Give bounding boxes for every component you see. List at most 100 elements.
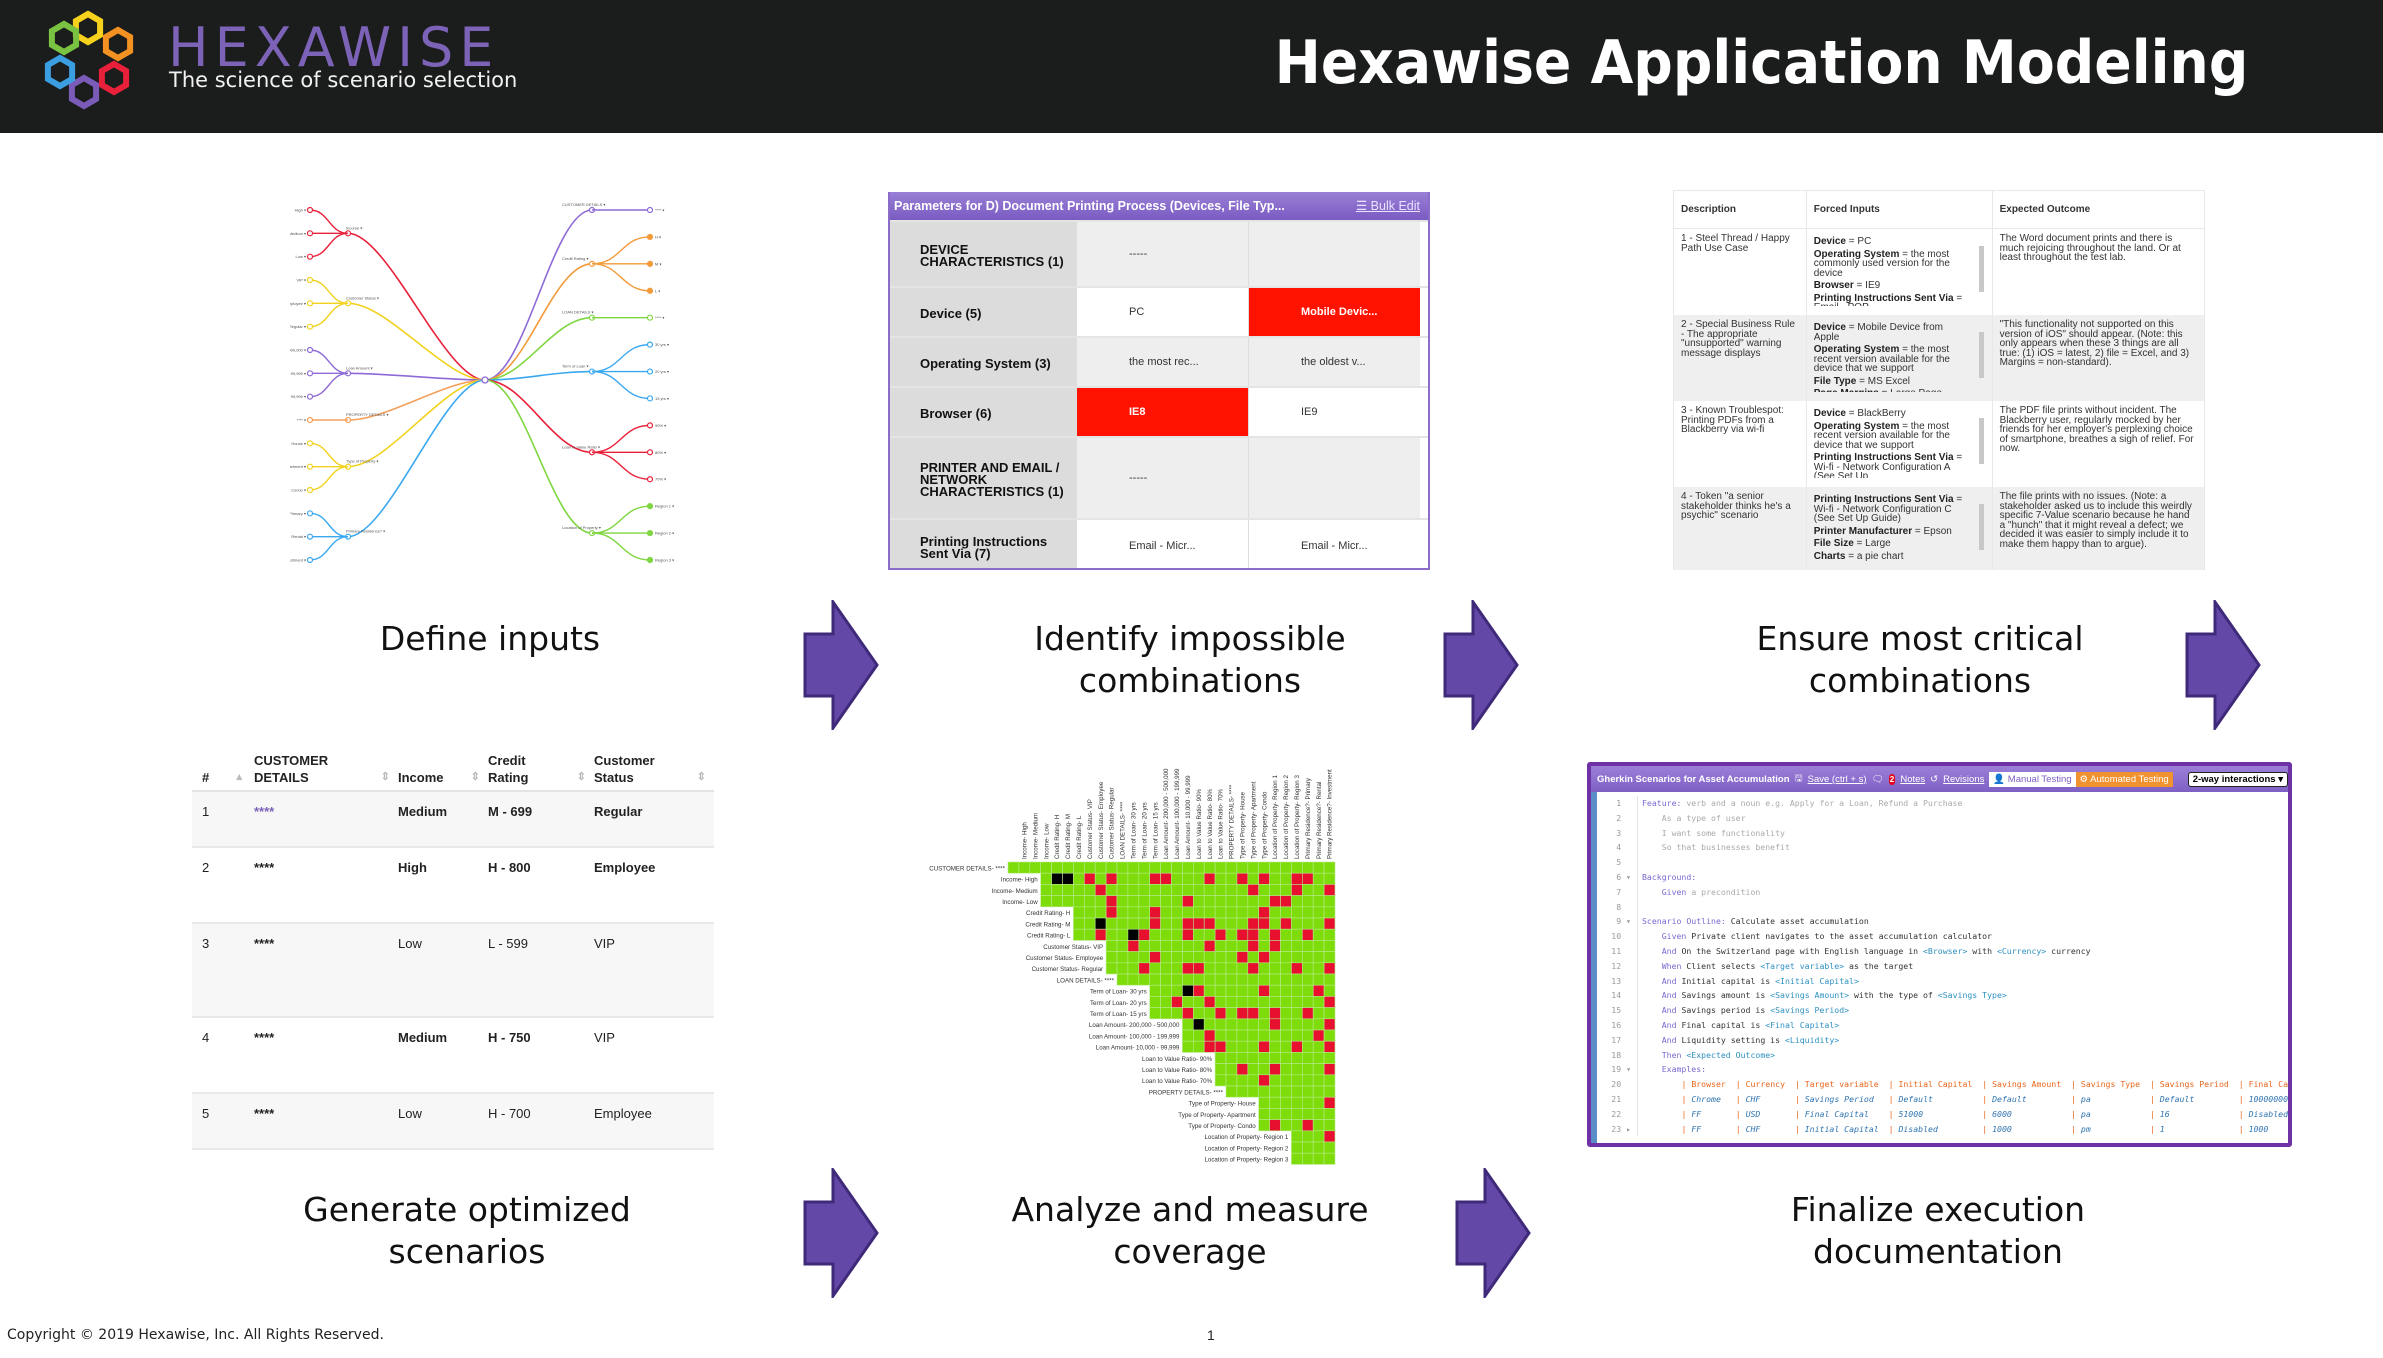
matrix-cell[interactable] bbox=[1225, 884, 1238, 896]
matrix-cell[interactable] bbox=[1138, 940, 1151, 952]
matrix-cell[interactable] bbox=[1236, 962, 1249, 975]
matrix-cell[interactable] bbox=[1291, 962, 1303, 975]
matrix-cell[interactable] bbox=[1149, 872, 1161, 885]
matrix-cell[interactable] bbox=[1073, 861, 1085, 874]
matrix-cell[interactable] bbox=[1291, 996, 1303, 1008]
col-credit-rating[interactable]: Credit Rating ⇕ bbox=[488, 752, 594, 786]
matrix-cell[interactable] bbox=[1301, 940, 1314, 952]
matrix-cell[interactable] bbox=[1116, 895, 1129, 908]
matrix-cell[interactable] bbox=[1214, 984, 1227, 997]
scenario-row[interactable]: 5 **** Low H - 700 Employee bbox=[192, 1094, 714, 1150]
matrix-cell[interactable] bbox=[1280, 1119, 1292, 1132]
matrix-cell[interactable] bbox=[1301, 1007, 1314, 1020]
matrix-cell[interactable] bbox=[1247, 1007, 1259, 1020]
matrix-cell[interactable] bbox=[1127, 951, 1140, 964]
matrix-cell[interactable] bbox=[1105, 917, 1118, 930]
matrix-cell[interactable] bbox=[1160, 973, 1172, 986]
matrix-cell[interactable] bbox=[1040, 872, 1052, 885]
mindmap-leaf-node[interactable] bbox=[306, 323, 314, 330]
matrix-cell[interactable] bbox=[1214, 1018, 1227, 1031]
matrix-cell[interactable] bbox=[1301, 1029, 1314, 1042]
matrix-cell[interactable] bbox=[1127, 962, 1140, 975]
parameter-value-cell[interactable]: IE8 bbox=[1076, 388, 1248, 436]
matrix-cell[interactable] bbox=[1312, 1007, 1325, 1020]
matrix-cell[interactable] bbox=[1236, 1007, 1249, 1020]
matrix-cell[interactable] bbox=[1291, 1130, 1303, 1143]
parameter-value-cell[interactable]: Mobile Devic... bbox=[1248, 288, 1420, 336]
matrix-cell[interactable] bbox=[1182, 928, 1194, 941]
matrix-cell[interactable] bbox=[1258, 1040, 1270, 1053]
matrix-cell[interactable] bbox=[1192, 895, 1205, 908]
matrix-cell[interactable] bbox=[1301, 1152, 1314, 1165]
scenario-row[interactable]: 3 **** Low L - 599 VIP bbox=[192, 924, 714, 1018]
matrix-cell[interactable] bbox=[1301, 861, 1314, 874]
bulk-edit-link[interactable]: ☰ Bulk Edit bbox=[1356, 192, 1420, 220]
matrix-cell[interactable] bbox=[1258, 1096, 1270, 1109]
matrix-cell[interactable] bbox=[1171, 928, 1183, 941]
matrix-cell[interactable] bbox=[1291, 884, 1303, 896]
matrix-cell[interactable] bbox=[1171, 917, 1183, 930]
matrix-cell[interactable] bbox=[1214, 951, 1227, 964]
matrix-cell[interactable] bbox=[1236, 1052, 1249, 1064]
mindmap-leaf-node[interactable] bbox=[646, 556, 654, 564]
matrix-cell[interactable] bbox=[1203, 1040, 1216, 1053]
matrix-cell[interactable] bbox=[1258, 1108, 1270, 1120]
matrix-cell[interactable] bbox=[1149, 917, 1161, 930]
matrix-cell[interactable] bbox=[1160, 906, 1172, 919]
matrix-cell[interactable] bbox=[1225, 1085, 1238, 1098]
matrix-cell[interactable] bbox=[1247, 1040, 1259, 1053]
matrix-cell[interactable] bbox=[1280, 1029, 1292, 1042]
matrix-cell[interactable] bbox=[1236, 884, 1249, 896]
matrix-cell[interactable] bbox=[1214, 872, 1227, 885]
matrix-cell[interactable] bbox=[1258, 996, 1270, 1008]
matrix-cell[interactable] bbox=[1160, 872, 1172, 885]
matrix-cell[interactable] bbox=[1225, 984, 1238, 997]
matrix-cell[interactable] bbox=[1127, 895, 1140, 908]
matrix-cell[interactable] bbox=[1247, 861, 1259, 874]
matrix-cell[interactable] bbox=[1291, 872, 1303, 885]
matrix-cell[interactable] bbox=[1291, 984, 1303, 997]
matrix-cell[interactable] bbox=[1312, 1063, 1325, 1076]
matrix-cell[interactable] bbox=[1269, 906, 1281, 919]
mindmap-leaf-node[interactable] bbox=[646, 233, 654, 241]
matrix-cell[interactable] bbox=[1301, 1018, 1314, 1031]
matrix-cell[interactable] bbox=[1312, 872, 1325, 885]
matrix-cell[interactable] bbox=[1127, 906, 1140, 919]
matrix-cell[interactable] bbox=[1258, 1018, 1270, 1031]
matrix-cell[interactable] bbox=[1269, 1029, 1281, 1042]
matrix-cell[interactable] bbox=[1247, 1085, 1259, 1098]
matrix-cell[interactable] bbox=[1138, 895, 1151, 908]
matrix-cell[interactable] bbox=[1149, 906, 1161, 919]
matrix-cell[interactable] bbox=[1280, 1052, 1292, 1064]
matrix-cell[interactable] bbox=[1247, 984, 1259, 997]
matrix-cell[interactable] bbox=[1171, 906, 1183, 919]
matrix-cell[interactable] bbox=[1171, 973, 1183, 986]
matrix-cell[interactable] bbox=[1301, 1052, 1314, 1064]
matrix-cell[interactable] bbox=[1214, 1007, 1227, 1020]
matrix-cell[interactable] bbox=[1269, 928, 1281, 941]
matrix-cell[interactable] bbox=[1291, 1018, 1303, 1031]
matrix-cell[interactable] bbox=[1247, 872, 1259, 885]
matrix-cell[interactable] bbox=[1301, 1141, 1314, 1154]
matrix-cell[interactable] bbox=[1084, 895, 1096, 908]
matrix-cell[interactable] bbox=[1073, 895, 1085, 908]
matrix-cell[interactable] bbox=[1312, 906, 1325, 919]
matrix-cell[interactable] bbox=[1280, 1007, 1292, 1020]
matrix-cell[interactable] bbox=[1182, 940, 1194, 952]
matrix-cell[interactable] bbox=[1225, 1052, 1238, 1064]
matrix-cell[interactable] bbox=[1312, 895, 1325, 908]
scrollbar[interactable] bbox=[1978, 492, 1985, 564]
manual-testing-button[interactable]: 👤 Manual Testing bbox=[1989, 771, 2076, 787]
matrix-cell[interactable] bbox=[1192, 996, 1205, 1008]
matrix-cell[interactable] bbox=[1258, 895, 1270, 908]
matrix-cell[interactable] bbox=[1291, 1085, 1303, 1098]
scenario-row[interactable]: 1 **** Medium M - 699 Regular bbox=[192, 792, 714, 848]
notes-link[interactable]: Notes bbox=[1900, 774, 1925, 785]
matrix-cell[interactable] bbox=[1182, 996, 1194, 1008]
matrix-cell[interactable] bbox=[1225, 962, 1238, 975]
matrix-cell[interactable] bbox=[1280, 951, 1292, 964]
revisions-link[interactable]: Revisions bbox=[1943, 774, 1984, 785]
matrix-cell[interactable] bbox=[1225, 872, 1238, 885]
scenario-row[interactable]: 4 **** Medium H - 750 VIP bbox=[192, 1018, 714, 1094]
matrix-cell[interactable] bbox=[1203, 861, 1216, 874]
